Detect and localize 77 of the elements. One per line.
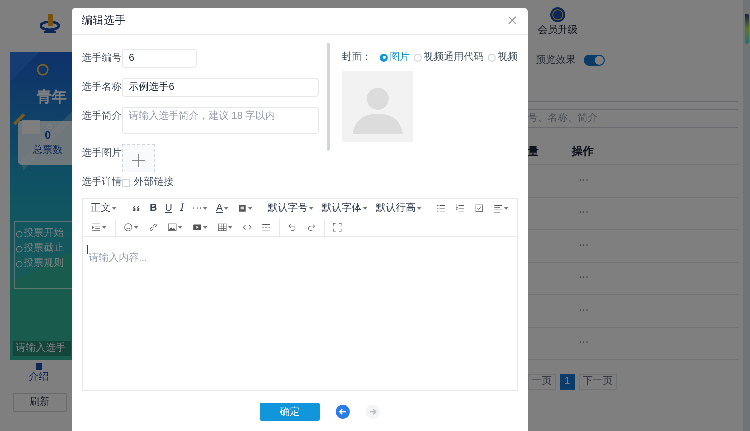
vip-upgrade-label[interactable]: 会员升级 bbox=[538, 26, 578, 36]
info-text: 投票开始 bbox=[24, 228, 64, 240]
text-area[interactable]: 请输入选手简介，建议 18 字以内 bbox=[122, 107, 320, 134]
toolbar-button[interactable]: U bbox=[161, 200, 176, 217]
more-actions-button[interactable]: ··· bbox=[579, 240, 589, 251]
field-label: 选手名称 bbox=[82, 80, 122, 95]
close-icon bbox=[508, 16, 517, 25]
scrollbar[interactable] bbox=[327, 43, 330, 151]
checkbox[interactable] bbox=[122, 178, 130, 186]
info-text: 投票规则 bbox=[24, 258, 64, 270]
editor-area[interactable]: 请输入内容... bbox=[83, 237, 517, 390]
dialog-title: 编辑选手 bbox=[82, 14, 126, 29]
fullscreen-icon bbox=[333, 222, 342, 232]
more-actions-button[interactable]: ··· bbox=[579, 273, 589, 284]
more-actions-button[interactable]: ··· bbox=[579, 176, 589, 186]
close-button[interactable] bbox=[508, 16, 518, 26]
info-text: 投票截止 bbox=[24, 243, 64, 255]
logo-icon bbox=[40, 12, 60, 34]
toolbar-button[interactable]: 默认字体 bbox=[318, 200, 372, 217]
banner-title: 青年 bbox=[37, 90, 68, 105]
plus-icon bbox=[132, 154, 145, 167]
field-label: 选手编号 bbox=[82, 52, 122, 66]
divider-icon bbox=[262, 222, 271, 232]
field-label: 选手简介 bbox=[82, 110, 122, 124]
preview-toggle[interactable] bbox=[584, 55, 605, 66]
toolbar-button[interactable]: 正文 bbox=[87, 200, 121, 217]
undo-icon bbox=[288, 222, 297, 232]
redo-icon bbox=[307, 222, 316, 232]
radio-option[interactable]: 视频通用代码 bbox=[414, 50, 484, 65]
document-icon bbox=[36, 363, 42, 371]
back-button[interactable] bbox=[336, 405, 350, 419]
table-icon bbox=[218, 222, 227, 232]
toolbar-button[interactable]: 默认字号 bbox=[264, 200, 318, 217]
page-button[interactable]: 1 bbox=[560, 374, 575, 390]
link-icon bbox=[149, 222, 158, 232]
editor-placeholder: 请输入内容... bbox=[89, 252, 148, 266]
quote-icon bbox=[132, 204, 141, 213]
vip-badge-icon bbox=[550, 7, 566, 23]
checkbox-label: 外部链接 bbox=[134, 176, 174, 190]
page-button[interactable]: 一页 bbox=[528, 374, 556, 390]
highlight-icon bbox=[238, 204, 248, 213]
confirm-button[interactable]: 确定 bbox=[260, 403, 320, 421]
preview-label: 预览效果 bbox=[536, 54, 576, 68]
radio-option[interactable]: 图片 bbox=[380, 50, 410, 65]
video-icon bbox=[193, 222, 202, 232]
bulleted-list-icon bbox=[437, 204, 446, 213]
toolbar-button[interactable]: I bbox=[176, 200, 188, 217]
intro-tab[interactable]: 介绍 bbox=[28, 363, 50, 383]
radio-option[interactable]: 视频 bbox=[488, 50, 518, 65]
more-actions-button[interactable]: ··· bbox=[579, 306, 589, 316]
toolbar-button[interactable]: B bbox=[146, 200, 162, 217]
column-header: 量 bbox=[528, 145, 540, 160]
input-field[interactable]: 6 bbox=[122, 49, 197, 68]
scrollbar[interactable] bbox=[743, 0, 750, 431]
align-icon bbox=[494, 204, 504, 213]
more-actions-button[interactable]: ··· bbox=[579, 338, 589, 348]
upload-button[interactable] bbox=[122, 144, 155, 172]
stat-label: 总票数 bbox=[33, 146, 63, 156]
field-label: 选手图片 bbox=[82, 146, 122, 161]
field-label: 选手详情 bbox=[82, 176, 122, 190]
toolbar-button[interactable]: A bbox=[212, 200, 234, 217]
more-actions-button[interactable]: ··· bbox=[579, 208, 589, 218]
refresh-button[interactable]: 刷新 bbox=[13, 393, 67, 412]
cover-label: 封面： bbox=[342, 50, 372, 65]
page-button[interactable]: 下一页 bbox=[579, 374, 617, 390]
toolbar-button[interactable]: 默认行高 bbox=[372, 200, 426, 217]
input-field[interactable]: 示例选手6 bbox=[122, 78, 320, 97]
checkbox-list-icon bbox=[475, 204, 484, 213]
image-icon bbox=[168, 222, 177, 232]
indent-icon bbox=[92, 222, 101, 232]
stat-value: 0 bbox=[44, 130, 52, 142]
toolbar-button[interactable]: ··· bbox=[188, 200, 212, 217]
avatar-placeholder bbox=[342, 71, 413, 142]
smiley-icon bbox=[124, 222, 133, 232]
code-icon bbox=[243, 222, 252, 232]
column-header: 操作 bbox=[572, 145, 594, 160]
numbered-list-icon bbox=[456, 204, 466, 213]
